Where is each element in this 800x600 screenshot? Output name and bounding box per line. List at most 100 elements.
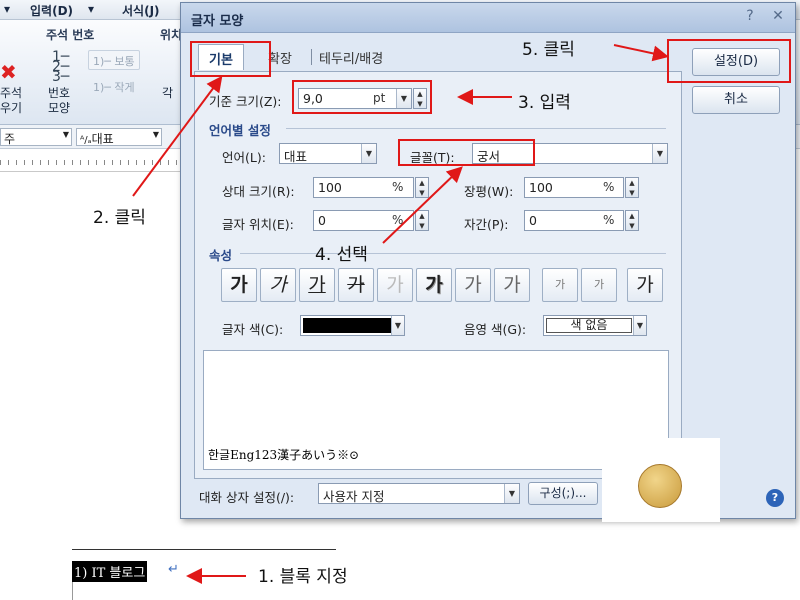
margin-guide [72,582,73,600]
width-ratio-label: 장평(W): [464,184,514,199]
emboss-button[interactable]: 가 [455,268,491,302]
language-value: 대표 [284,149,308,164]
spacing-spinner[interactable]: ▲ ▼ [625,210,639,231]
menu-arrow-icon[interactable]: ▾ [4,2,10,16]
number-shape-label-1[interactable]: 번호 [48,86,70,101]
menu-format[interactable]: 서식(J) [122,2,160,19]
delete-label-1: 주석 [0,86,23,100]
chevron-down-icon[interactable]: ▼ [391,316,404,335]
spacing-unit: % [603,213,615,227]
dialog-setting-select[interactable]: 사용자 지정 ▼ [318,483,520,504]
delete-annotation-icon[interactable]: ✖ [0,60,17,84]
annotation-step1: 1. 블록 지정 [258,567,348,587]
spacing-value: 0 [529,213,537,228]
help-circle-icon[interactable]: ? [766,489,784,507]
dialog-title: 글자 모양 [191,14,244,29]
text-color-swatch [303,318,391,333]
language-section-title: 언어별 설정 [209,123,271,138]
menu-input-arrow-icon[interactable]: ▾ [88,2,94,16]
number-shape-icon[interactable]: 1─ 2─ 3─ [52,50,69,84]
text-color-picker[interactable]: ▼ [300,315,405,336]
help-icon[interactable]: ? [741,8,759,24]
section-divider [286,128,666,129]
section-divider [240,253,666,254]
group-title-annotation-number: 주석 번호 [46,28,95,42]
shade-color-value: 색 없음 [546,318,632,333]
width-ratio-value: 100 [529,180,553,195]
group-title-position: 위치 [160,28,183,42]
spacing-input[interactable]: 0 % [524,210,624,231]
annotation-step4: 4. 선택 [315,245,368,265]
preview-text: 한글Eng123漢子あいう※⊙ [208,448,360,462]
tab-border-background[interactable]: 테두리/배경 [309,44,393,70]
outline-button[interactable]: 가 [377,268,413,302]
dialog-setting-label: 대화 상자 설정(/): [199,490,295,505]
ruler[interactable] [0,150,182,172]
highlight-ok-button [667,39,791,83]
document-selected-text[interactable]: 1) IT 블로그 [72,561,148,582]
engrave-button[interactable]: 가 [494,268,530,302]
watermark-stamp [602,438,720,522]
shade-color-picker[interactable]: 색 없음 ▼ [543,315,647,336]
annotation-step3: 3. 입력 [518,93,571,113]
char-position-spinner[interactable]: ▲ ▼ [415,210,429,231]
chevron-down-icon[interactable]: ▼ [504,484,519,503]
relative-size-unit: % [392,180,404,194]
preview-box: 한글Eng123漢子あいう※⊙ [203,350,669,470]
normal-style-button[interactable]: 가 [627,268,663,302]
compose-button[interactable]: 구성(;)... [528,482,598,505]
close-icon[interactable]: ✕ [769,8,787,24]
width-ratio-input[interactable]: 100 % [524,177,624,198]
number-shape-label-2[interactable]: 모양 [48,101,70,116]
language-icon: ᴬ/ₐ [80,135,92,146]
cancel-button[interactable]: 취소 [692,86,780,114]
chevron-down-icon[interactable]: ▼ [361,144,376,163]
relative-size-spinner[interactable]: ▲ ▼ [415,177,429,198]
relative-size-input[interactable]: 100 % [313,177,414,198]
stamp-logo [638,464,682,508]
paragraph-mark-icon: ↵ [168,562,179,577]
attributes-section-title: 속성 [209,248,233,263]
small-number-button[interactable]: 1)─ 작게 [88,76,140,96]
dialog-title-bar[interactable]: 글자 모양 ? ✕ [181,3,795,33]
char-position-label: 글자 위치(E): [222,217,294,232]
delete-label-2: 우기 [0,101,23,115]
superscript-button[interactable]: 가 [542,268,578,302]
width-ratio-spinner[interactable]: ▲ ▼ [625,177,639,198]
relative-size-label: 상대 크기(R): [222,184,295,199]
menu-input[interactable]: 입력(D) [30,2,73,19]
italic-button[interactable]: 가 [260,268,296,302]
language-label: 언어(L): [222,150,266,165]
bold-button[interactable]: 가 [221,268,257,302]
highlight-base-size [292,80,432,114]
char-position-input[interactable]: 0 % [313,210,414,231]
annotation-step5: 5. 클릭 [522,40,575,60]
char-position-unit: % [392,213,404,227]
language-combo-value: 대표 [91,132,114,146]
document-header-line [72,549,336,550]
shadow-button[interactable]: 가 [416,268,452,302]
relative-size-value: 100 [318,180,342,195]
chevron-down-icon: ▼ [152,130,159,139]
chevron-down-icon[interactable]: ▼ [652,144,667,163]
language-combo[interactable]: ᴬ/ₐ대표 ▼ [76,128,162,146]
underline-button[interactable]: 가 [299,268,335,302]
subscript-button[interactable]: 가 [581,268,617,302]
style-combo[interactable]: 주 ▼ [0,128,72,146]
shade-color-label: 음영 색(G): [464,322,527,337]
normal-number-button[interactable]: 1)─ 보통 [88,50,140,70]
annotation-step2: 2. 클릭 [93,208,146,228]
text-color-label: 글자 색(C): [222,322,284,337]
char-position-value: 0 [318,213,326,228]
highlight-font [398,139,535,166]
chevron-down-icon: ▼ [62,130,69,139]
chevron-down-icon[interactable]: ▼ [633,316,646,335]
width-ratio-unit: % [603,180,615,194]
dialog-setting-value: 사용자 지정 [323,489,385,504]
each-label[interactable]: 각 [162,86,173,101]
strikethrough-button[interactable]: 가 [338,268,374,302]
highlight-basic-tab [190,41,271,77]
style-combo-value: 주 [4,132,16,146]
spacing-label: 자간(P): [464,217,509,232]
language-select[interactable]: 대표 ▼ [279,143,377,164]
